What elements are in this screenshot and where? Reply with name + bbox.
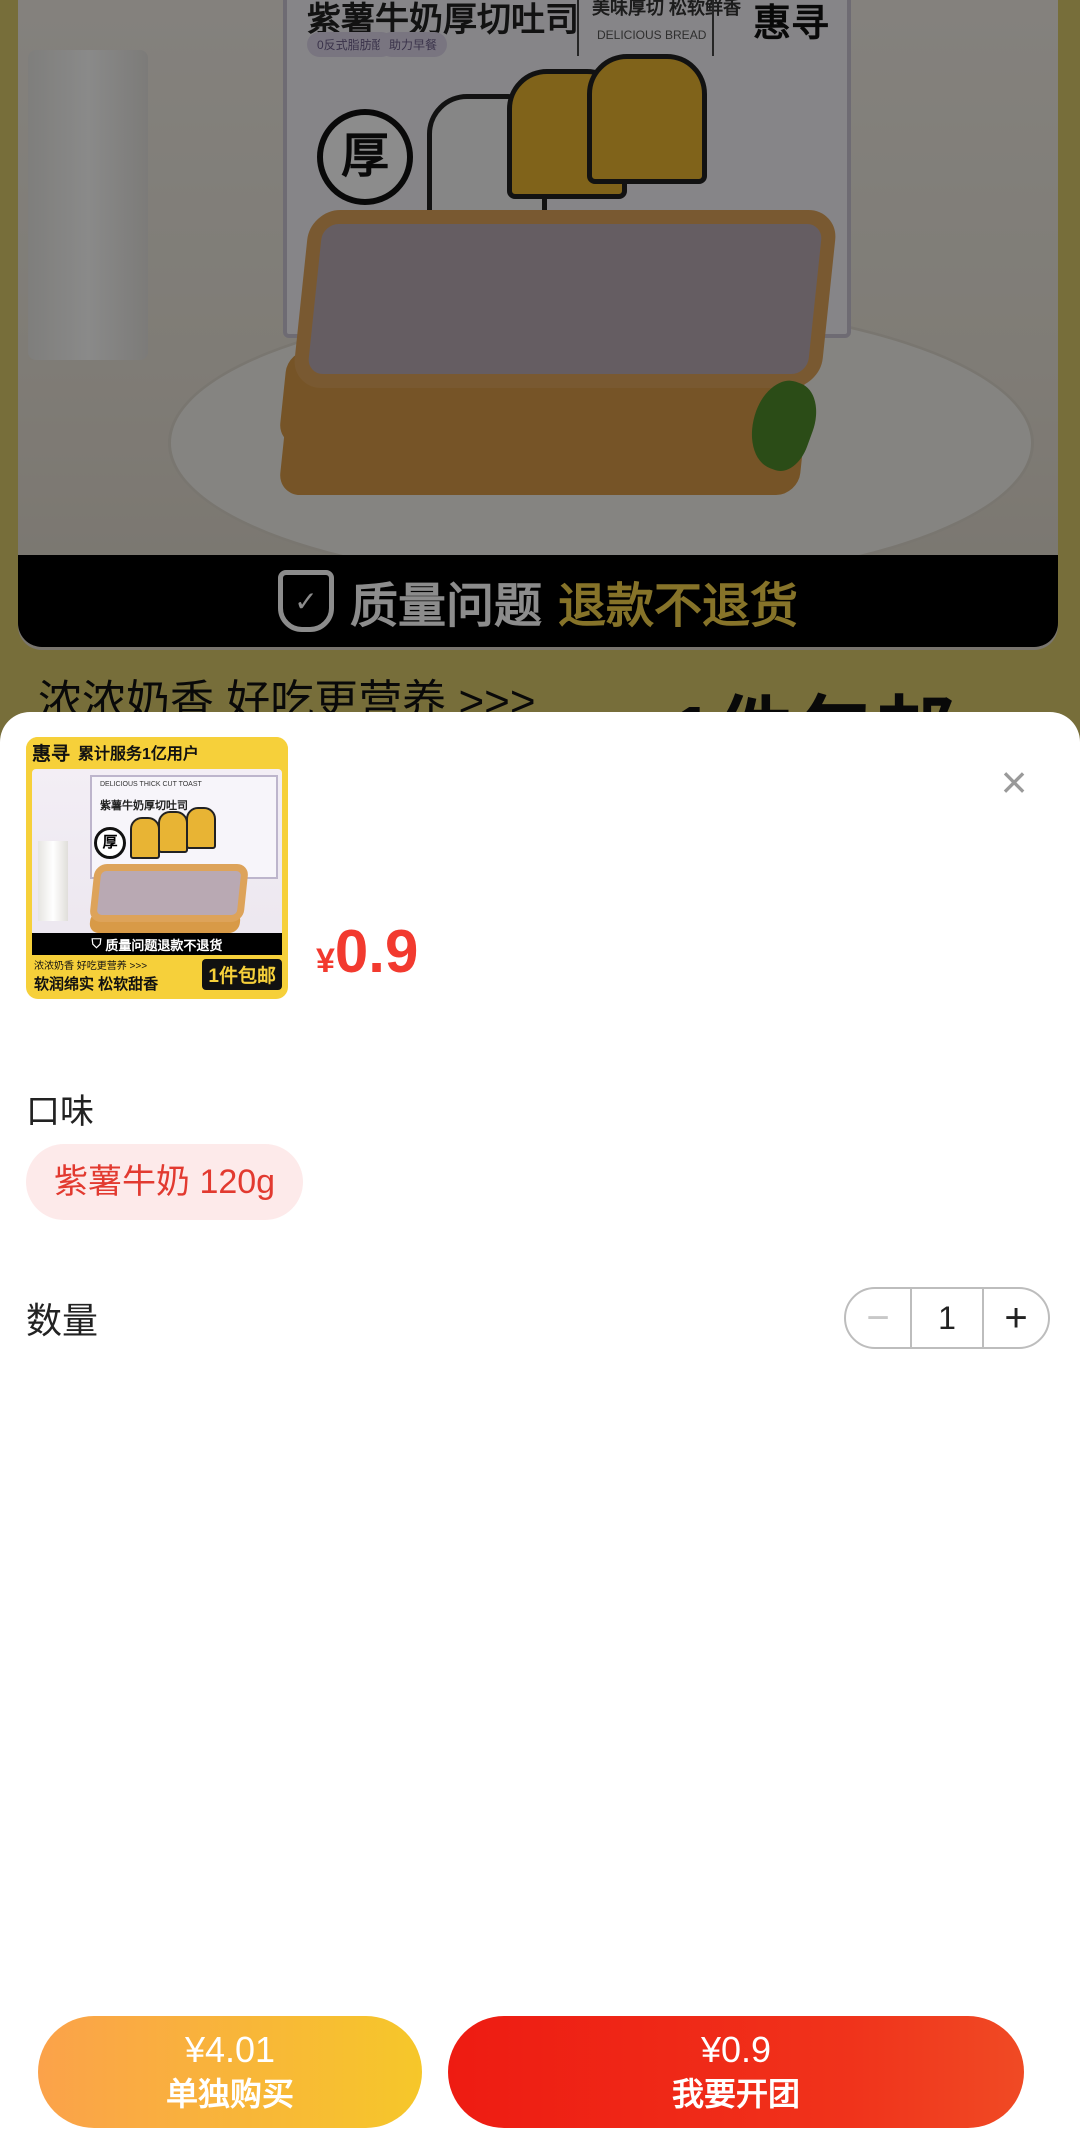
buy-single-price: ¥4.01 bbox=[184, 2029, 276, 2070]
quantity-stepper: − 1 + bbox=[844, 1287, 1050, 1349]
decrease-quantity-button[interactable]: − bbox=[846, 1289, 910, 1347]
sku-selection-sheet: × 惠寻 累计服务1亿用户 DELICIOUS THICK CUT TOAST … bbox=[0, 712, 1080, 2151]
start-group-price: ¥0.9 bbox=[700, 2029, 772, 2070]
thumbnail-tagline-big: 软润绵实 松软甜香 bbox=[34, 976, 159, 993]
flavor-label: 口味 bbox=[26, 1093, 94, 1131]
start-group-button[interactable]: ¥0.9 我要开团 bbox=[448, 2016, 1024, 2128]
thumbnail-brand: 惠寻 bbox=[32, 743, 71, 765]
price-value: 0.9 bbox=[334, 918, 419, 985]
quantity-label: 数量 bbox=[26, 1300, 99, 1341]
thumbnail-users: 累计服务1亿用户 bbox=[78, 746, 199, 763]
flavor-option-selected[interactable]: 紫薯牛奶 120g bbox=[26, 1144, 304, 1220]
thumbnail-tagline-small: 浓浓奶香 好吃更营养 >>> bbox=[34, 961, 148, 972]
buy-single-button[interactable]: ¥4.01 单独购买 bbox=[38, 2016, 422, 2128]
increase-quantity-button[interactable]: + bbox=[984, 1289, 1048, 1347]
close-icon[interactable]: × bbox=[994, 759, 1034, 805]
product-background-image: 紫薯牛奶厚切吐司 美味厚切 松软鲜香 DELICIOUS BREAD 惠寻 0反… bbox=[0, 0, 1080, 760]
selected-price: ¥0.9 bbox=[316, 917, 418, 986]
modal-overlay[interactable] bbox=[0, 0, 1080, 760]
buy-single-label: 单独购买 bbox=[165, 2076, 294, 2112]
thumbnail-banner: ⛉ 质量问题退款不退货 bbox=[32, 933, 282, 955]
price-currency: ¥ bbox=[316, 942, 335, 980]
thick-badge-icon: 厚 bbox=[94, 827, 126, 859]
start-group-label: 我要开团 bbox=[671, 2076, 800, 2112]
quantity-value[interactable]: 1 bbox=[910, 1289, 984, 1347]
thumbnail-free-shipping: 1件包邮 bbox=[202, 959, 282, 990]
thumbnail-scene: DELICIOUS THICK CUT TOAST 紫薯牛奶厚切吐司 厚 bbox=[32, 769, 282, 949]
product-thumbnail[interactable]: 惠寻 累计服务1亿用户 DELICIOUS THICK CUT TOAST 紫薯… bbox=[26, 737, 288, 999]
thumbnail-header: 惠寻 累计服务1亿用户 bbox=[26, 737, 288, 767]
shield-check-icon: ⛉ bbox=[91, 936, 102, 951]
